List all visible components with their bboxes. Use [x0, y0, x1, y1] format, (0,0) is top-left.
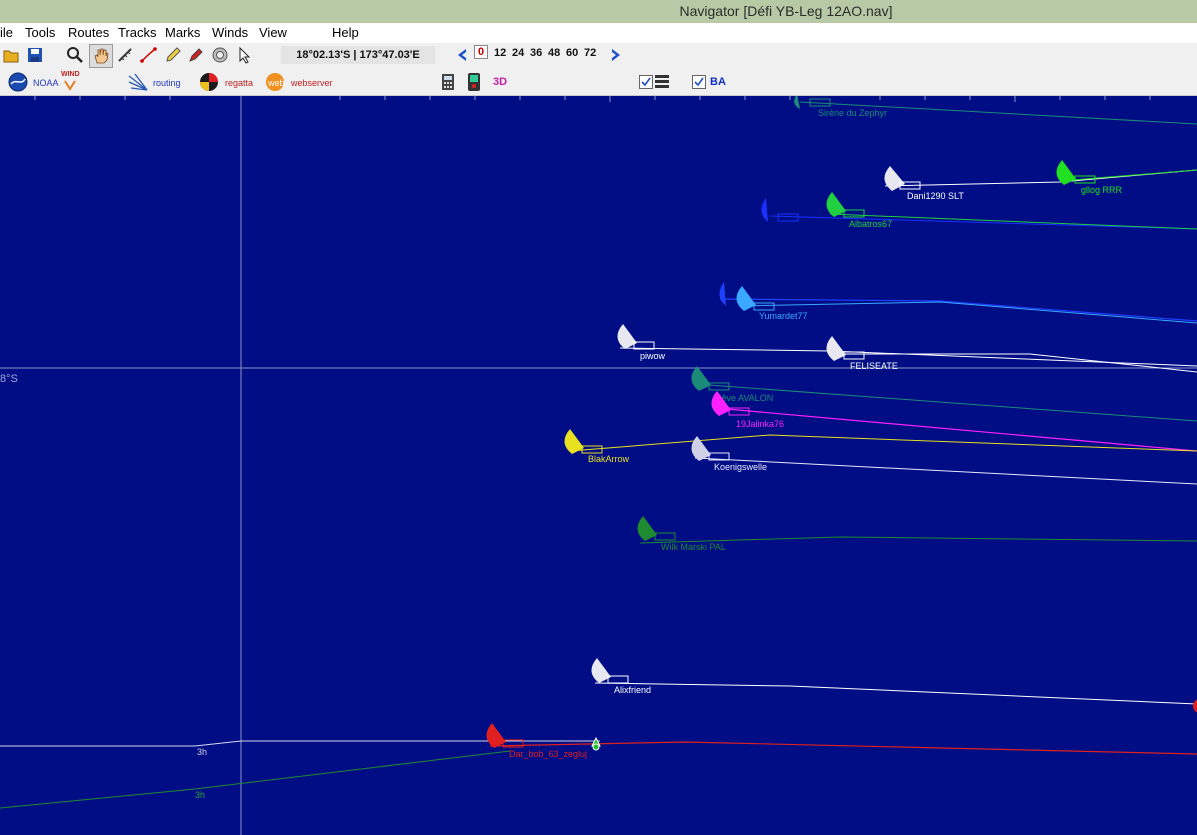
boat-label: Yumardet77	[759, 311, 808, 321]
pan-hand-icon[interactable]	[89, 44, 113, 68]
hour-button-12[interactable]: 12	[494, 47, 506, 59]
pencil-icon[interactable]	[164, 46, 182, 64]
menu-marks[interactable]: Marks	[165, 25, 200, 40]
wind-label[interactable]: WIND	[61, 71, 80, 78]
regatta-label[interactable]: regatta	[225, 78, 253, 88]
noaa-label[interactable]: NOAA	[33, 78, 59, 88]
hour-button-72[interactable]: 72	[584, 47, 596, 59]
target-circle-icon[interactable]	[211, 46, 229, 64]
previous-time-arrow-icon[interactable]	[454, 46, 470, 64]
boat-piwow[interactable]: piwow	[617, 324, 666, 361]
marker-pen-icon[interactable]	[187, 46, 205, 64]
zoom-magnifier-icon[interactable]	[66, 46, 84, 64]
pointer-arrow-icon[interactable]	[236, 46, 254, 64]
boat-label: Sirène du Zephyr	[818, 108, 887, 118]
boat-label: piwow	[640, 351, 666, 361]
webserver-icon[interactable]: web	[265, 72, 285, 92]
boat-yumardet77[interactable]: Yumardet77	[719, 282, 808, 321]
noaa-globe-icon[interactable]	[8, 72, 28, 92]
measure-ruler-icon[interactable]	[116, 46, 134, 64]
save-disk-icon[interactable]	[26, 46, 44, 64]
boat-label: FELISEATE	[850, 361, 898, 371]
menu-routes[interactable]: Routes	[68, 25, 109, 40]
secondary-toolbar: NOAA WIND routing regatta web webserver …	[0, 68, 1197, 96]
ba-checkbox[interactable]	[692, 75, 706, 89]
menu-tracks[interactable]: Tracks	[118, 25, 157, 40]
boat-label: Wilk Marski PAL	[661, 542, 726, 552]
boat-label: BlakArrow	[588, 454, 630, 464]
boat-dani1290[interactable]: Dani1290 SLT	[884, 166, 964, 201]
menu-tools[interactable]: Tools	[25, 25, 55, 40]
svg-text:web: web	[267, 78, 285, 88]
regatta-icon[interactable]	[199, 72, 219, 92]
track-hour-label-green: 3h	[195, 790, 205, 800]
waypoint-marker-icon[interactable]	[591, 736, 601, 751]
menu-help[interactable]: Help	[332, 25, 359, 40]
calculator-icon[interactable]	[441, 73, 455, 91]
hour-button-60[interactable]: 60	[566, 47, 578, 59]
red-mark-icon[interactable]	[1193, 699, 1197, 713]
boat-label: Dar_bob_63_zegluj	[509, 749, 587, 759]
wind-arrow-icon[interactable]	[63, 79, 77, 91]
menu-view[interactable]: View	[259, 25, 287, 40]
boat-label: Albatros67	[849, 219, 892, 229]
menu-file[interactable]: ile	[0, 25, 13, 40]
map-svg: 8°S 3h 3h Sirène du Zephyr Dani1290 SLT …	[0, 96, 1197, 835]
main-toolbar: 18°02.13'S | 173°47.03'E 0 12 24 36 48 6…	[0, 43, 1197, 68]
boat-blakarrow[interactable]: BlakArrow	[564, 429, 630, 464]
hour-button-0[interactable]: 0	[474, 45, 489, 59]
boat-alixfriend[interactable]: Alixfriend	[591, 658, 651, 695]
boat-label: Dani1290 SLT	[907, 191, 964, 201]
title-bar: Navigator [Défi YB-Leg 12AO.nav]	[0, 0, 1197, 24]
route-draw-icon[interactable]	[140, 46, 158, 64]
window-title: Navigator [Défi YB-Leg 12AO.nav]	[679, 3, 893, 19]
green-track-line	[0, 750, 511, 809]
track-hour-label-white: 3h	[197, 747, 207, 757]
boat-label: Alixfriend	[614, 685, 651, 695]
hour-button-48[interactable]: 48	[548, 47, 560, 59]
menu-winds[interactable]: Winds	[212, 25, 248, 40]
layers-checkbox[interactable]	[639, 75, 653, 89]
boat-wilk-marski[interactable]: Wilk Marski PAL	[637, 516, 726, 552]
open-folder-icon[interactable]	[2, 46, 20, 64]
latitude-label: 8°S	[0, 373, 18, 385]
hour-button-36[interactable]: 36	[530, 47, 542, 59]
boat-reve-avalon[interactable]: Rêve AVALON	[691, 366, 773, 403]
3d-view-button[interactable]: 3D	[493, 76, 507, 88]
coordinates-readout: 18°02.13'S | 173°47.03'E	[281, 46, 435, 64]
next-time-arrow-icon[interactable]	[608, 46, 624, 64]
boat-albatros67[interactable]: Albatros67	[761, 192, 892, 229]
boat-label: Koenigswelle	[714, 462, 767, 472]
boat-label: gllog RRR	[1081, 185, 1123, 195]
routing-fan-icon[interactable]	[127, 72, 151, 92]
boat-sirene[interactable]: Sirène du Zephyr	[794, 96, 887, 118]
scale-ticks	[34, 96, 1151, 102]
boat-label: 19Jalinka76	[736, 419, 784, 429]
boat-koenigswelle[interactable]: Koenigswelle	[691, 436, 767, 472]
webserver-label[interactable]: webserver	[291, 78, 333, 88]
menu-bar: ile Tools Routes Tracks Marks Winds View…	[0, 23, 1197, 43]
layers-stack-icon[interactable]	[654, 73, 670, 89]
chart-map-canvas[interactable]: 8°S 3h 3h Sirène du Zephyr Dani1290 SLT …	[0, 96, 1197, 835]
routing-label[interactable]: routing	[153, 78, 181, 88]
hour-button-24[interactable]: 24	[512, 47, 524, 59]
ba-label[interactable]: BA	[710, 76, 726, 88]
gps-device-icon[interactable]	[465, 71, 483, 93]
